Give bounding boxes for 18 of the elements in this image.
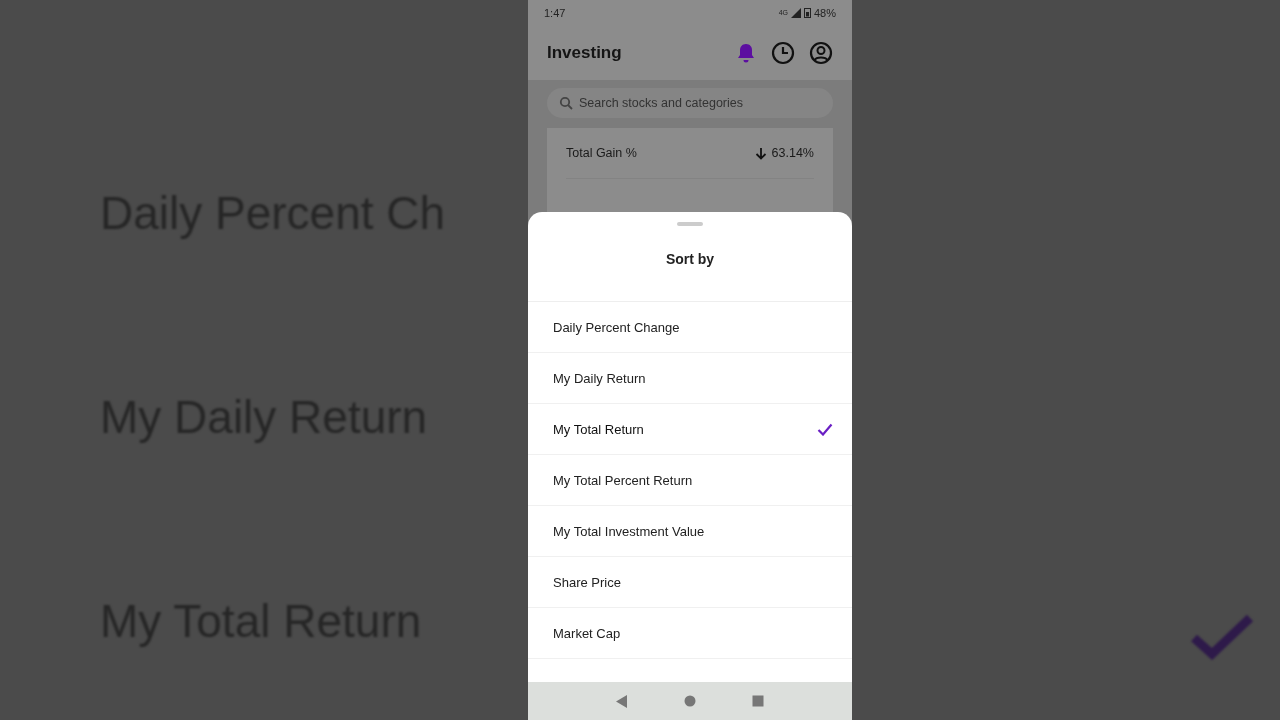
page-title: Investing [547,42,622,63]
checkmark-icon [1190,612,1254,660]
summary-label: Total Gain % [566,146,637,160]
recents-icon[interactable] [752,695,764,707]
battery-icon [803,7,811,18]
drag-handle[interactable] [677,222,703,226]
home-icon[interactable] [684,695,696,707]
search-field[interactable]: Search stocks and categories [547,88,833,118]
signal-icon [790,7,801,18]
down-arrow-icon [754,146,767,160]
profile-icon[interactable] [809,40,833,65]
clock-icon[interactable] [771,40,795,65]
back-icon[interactable] [616,694,628,708]
notification-bell-icon[interactable] [735,41,757,64]
battery-level: 48% [813,6,836,19]
summary-value: 63.14% [771,146,814,160]
checkmark-icon [817,422,833,436]
status-time: 1:47 [544,6,566,19]
